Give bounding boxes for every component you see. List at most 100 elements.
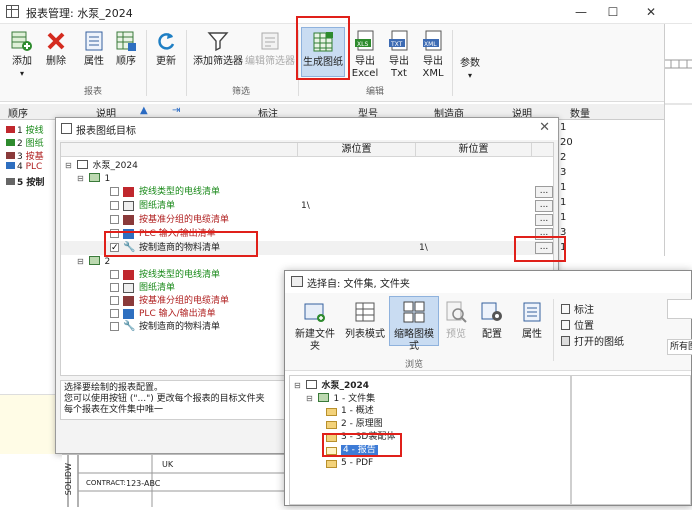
list-item[interactable]: 1 按线 bbox=[6, 123, 44, 136]
report-checkbox[interactable] bbox=[110, 270, 119, 279]
delete-button[interactable]: 删除 bbox=[42, 30, 70, 68]
wrench-icon: 🔧 bbox=[123, 321, 136, 332]
order-icon bbox=[115, 30, 137, 52]
highlight-bom-row bbox=[104, 231, 258, 257]
tree-fileset[interactable]: ⊟ 1 - 文件集 bbox=[306, 392, 375, 405]
browse-dots-button[interactable]: ... bbox=[535, 200, 553, 212]
tree-root[interactable]: ⊟ 水泵_2024 bbox=[65, 159, 138, 173]
folder-icon bbox=[326, 460, 337, 468]
fileset-icon bbox=[76, 160, 88, 169]
location-option[interactable]: 位置 bbox=[561, 319, 624, 335]
report-checkbox[interactable] bbox=[110, 215, 119, 224]
report-row[interactable]: 按基准分组的电缆清单 ... bbox=[61, 213, 553, 227]
expand-arrow-icon[interactable]: ⇥ bbox=[172, 105, 180, 116]
preview-button[interactable]: 预览 bbox=[441, 301, 471, 341]
report-checkbox[interactable] bbox=[110, 309, 119, 318]
note-option[interactable]: 标注 bbox=[561, 303, 624, 319]
close-dialog-button[interactable]: ✕ bbox=[539, 120, 550, 135]
col-order: 顺序 bbox=[8, 109, 28, 120]
list-icon bbox=[354, 301, 376, 323]
open-drawings-option[interactable]: 打开的图纸 bbox=[561, 335, 624, 351]
dialog-titlebar: 报表图纸目标 ✕ bbox=[56, 118, 558, 140]
list-item[interactable]: 2 图纸 bbox=[6, 136, 44, 149]
update-label: 更新 bbox=[156, 56, 176, 67]
tree-root[interactable]: ⊟ 水泵_2024 bbox=[294, 379, 369, 392]
browse-dots-button[interactable]: ... bbox=[535, 214, 553, 226]
filter-select[interactable]: 所有图 bbox=[667, 339, 692, 355]
add-label: 添加 bbox=[12, 56, 32, 67]
minimize-button[interactable]: — bbox=[566, 3, 596, 21]
drawing-mark: UK bbox=[162, 460, 174, 469]
close-window-button[interactable]: ✕ bbox=[636, 3, 666, 21]
svg-text:XLS: XLS bbox=[357, 41, 368, 48]
list-item[interactable]: 5 按制 bbox=[6, 175, 44, 188]
search-field-top[interactable] bbox=[667, 299, 692, 319]
highlight-report-folder bbox=[322, 433, 402, 457]
properties-button[interactable]: 属性 bbox=[80, 30, 108, 68]
tree-group-2[interactable]: ⊟ 2 bbox=[77, 255, 110, 269]
attributes-icon bbox=[521, 301, 543, 323]
list-mode-button[interactable]: 列表模式 bbox=[343, 301, 387, 341]
cable-list-icon bbox=[123, 296, 134, 306]
select-folder-dialog: 选择自: 文件集, 文件夹 新建文件夹 列表模式 缩略图模式 预览 配置 属性 … bbox=[284, 270, 692, 506]
add-filter-label: 添加筛选器 bbox=[193, 56, 243, 67]
parameters-button[interactable]: 参数 ▾ bbox=[456, 58, 484, 82]
add-button[interactable]: 添加 ▾ bbox=[8, 30, 36, 80]
order-button[interactable]: 顺序 bbox=[112, 30, 140, 68]
browse-group-label: 浏览 bbox=[405, 360, 424, 370]
xml-icon: XML bbox=[422, 30, 444, 52]
qty-cell: 2 bbox=[560, 152, 567, 163]
tree-group-1[interactable]: ⊟ 1 bbox=[77, 172, 110, 186]
drawing-preview-strip bbox=[664, 24, 692, 256]
edit-filter-icon bbox=[259, 30, 281, 52]
col-new: 新位置 bbox=[415, 143, 531, 157]
update-button[interactable]: 更新 bbox=[152, 30, 180, 68]
book-icon bbox=[317, 393, 329, 402]
edit-filter-button[interactable]: 编辑筛选器 bbox=[244, 30, 296, 68]
txt-icon: TXT bbox=[388, 30, 410, 52]
attributes-button[interactable]: 属性 bbox=[517, 301, 547, 341]
report-checkbox[interactable] bbox=[110, 283, 119, 292]
properties-icon bbox=[83, 30, 105, 52]
page-icon bbox=[561, 304, 570, 314]
open-drawing-icon bbox=[561, 336, 570, 346]
browse-dots-button[interactable]: ... bbox=[535, 186, 553, 198]
list-item[interactable]: 3 按基 bbox=[6, 149, 44, 162]
export-xml-line2: XML bbox=[422, 68, 444, 79]
thumbnail-mode-button[interactable]: 缩略图模式 bbox=[389, 296, 439, 352]
report-checkbox[interactable] bbox=[110, 187, 119, 196]
tree-folder[interactable]: 5 - PDF bbox=[326, 457, 373, 470]
plc-list-icon bbox=[123, 309, 134, 319]
export-xml-button[interactable]: XML 导出 XML bbox=[418, 30, 448, 80]
export-txt-button[interactable]: TXT 导出 Txt bbox=[384, 30, 414, 80]
location-icon bbox=[561, 320, 570, 330]
tree-folder[interactable]: 2 - 原理图 bbox=[326, 418, 383, 431]
group-filter-label: 筛选 bbox=[232, 87, 251, 97]
separator bbox=[186, 30, 187, 96]
export-excel-button[interactable]: XLS 导出 Excel bbox=[350, 30, 380, 80]
drawing-list-icon bbox=[123, 283, 134, 293]
dialog2-ribbon: 新建文件夹 列表模式 缩略图模式 预览 配置 属性 标注 位置 打开的图纸 所有… bbox=[285, 293, 692, 371]
configure-button[interactable]: 配置 bbox=[477, 301, 507, 341]
new-folder-button[interactable]: 新建文件夹 bbox=[291, 301, 339, 353]
report-checkbox[interactable] bbox=[110, 201, 119, 210]
export-excel-line2: Excel bbox=[351, 68, 379, 79]
drawing-side-text: SOLIDW bbox=[64, 463, 73, 496]
report-checkbox[interactable] bbox=[110, 296, 119, 305]
sort-arrow-icon[interactable]: ▲ bbox=[140, 105, 148, 116]
maximize-button[interactable]: ☐ bbox=[598, 3, 628, 21]
config-gear-icon bbox=[481, 301, 503, 323]
report-row[interactable]: 图纸清单 1\ ... bbox=[61, 199, 553, 213]
add-filter-button[interactable]: 添加筛选器 bbox=[192, 30, 244, 68]
xls-icon: XLS bbox=[354, 30, 376, 52]
delete-x-icon bbox=[45, 30, 67, 52]
list-item[interactable]: 4 PLC bbox=[6, 162, 42, 172]
svg-text:XML: XML bbox=[424, 41, 437, 48]
report-checkbox[interactable] bbox=[110, 322, 119, 331]
chevron-down-icon: ▾ bbox=[467, 71, 472, 80]
tree-folder[interactable]: 1 - 概述 bbox=[326, 405, 374, 418]
folder-window-icon bbox=[291, 276, 303, 287]
report-row[interactable]: 按线类型的电线清单 ... bbox=[61, 185, 553, 199]
group-edit-label: 编辑 bbox=[366, 87, 385, 97]
contract-label: CONTRACT: bbox=[86, 479, 126, 487]
